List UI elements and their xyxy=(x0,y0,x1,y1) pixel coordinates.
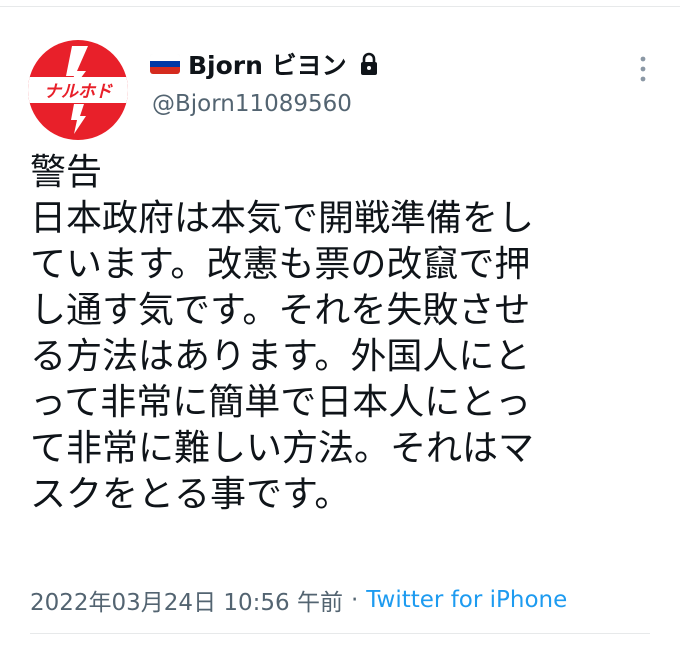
tweet-line: て非常に難しい方法。それはマ xyxy=(30,428,535,469)
tweet-timestamp[interactable]: 2022年03月24日 10:56 午前 xyxy=(30,583,343,617)
tweet-line: る方法はあります。外国人にと xyxy=(30,336,531,377)
display-name[interactable]: Bjorn ビヨン xyxy=(188,46,347,82)
tweet-line: って非常に簡単で日本人にとっ xyxy=(30,382,532,423)
tweet-line: ています。改憲も票の改竄で押 xyxy=(30,244,531,285)
tweet-line: 日本政府は本気で開戦準備をし xyxy=(30,198,535,239)
top-divider xyxy=(0,6,680,7)
name-row: Bjorn ビヨン xyxy=(150,44,379,84)
user-handle[interactable]: @Bjorn11089560 xyxy=(152,91,352,117)
bottom-divider xyxy=(30,633,650,634)
avatar-logo-text: ナルホド xyxy=(44,82,113,102)
avatar[interactable]: ナルホド xyxy=(28,40,128,140)
meta-separator: · xyxy=(350,587,359,613)
tweet-line: スクをとる事です。 xyxy=(30,474,351,515)
tweet-text: 警告 日本政府は本気で開戦準備をし ています。改憲も票の改竄で押 し通す気です。… xyxy=(30,150,650,518)
tweet-meta: 2022年03月24日 10:56 午前 · Twitter for iPhon… xyxy=(30,583,567,617)
russia-flag-icon xyxy=(150,54,180,74)
tweet-line: 警告 xyxy=(30,152,103,193)
tweet-line: し通す気です。それを失敗させ xyxy=(30,290,531,331)
more-vertical-icon[interactable] xyxy=(636,54,650,84)
tweet-source-link[interactable]: Twitter for iPhone xyxy=(366,587,567,613)
lock-icon xyxy=(360,52,377,75)
